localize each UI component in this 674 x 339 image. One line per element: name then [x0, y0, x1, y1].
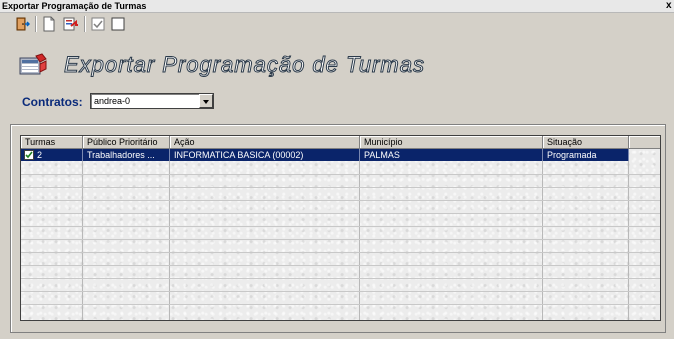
turmas-grid[interactable]: Turmas Público Prioritário Ação Municípi…: [20, 135, 661, 321]
column-header-municipio[interactable]: Município: [360, 136, 543, 149]
cell-publico: Trabalhadores ...: [83, 149, 170, 161]
column-header-filler: [629, 136, 660, 149]
grid-line: [21, 252, 660, 253]
contratos-label: Contratos:: [22, 95, 83, 109]
cell-municipio: PALMAS: [360, 149, 543, 161]
check-all-icon[interactable]: [90, 16, 106, 32]
grid-line: [21, 200, 660, 201]
row-checkbox[interactable]: [24, 150, 34, 160]
toolbar-separator: [35, 16, 37, 32]
grid-line: [21, 304, 660, 305]
grid-line: [542, 161, 543, 320]
contratos-value: andrea-0: [94, 96, 131, 106]
table-row[interactable]: 2 Trabalhadores ... INFORMATICA BASICA (…: [21, 149, 629, 161]
window-title: Exportar Programação de Turmas: [2, 1, 147, 11]
toolbar-separator: [84, 16, 86, 32]
grid-line: [21, 226, 660, 227]
new-document-icon[interactable]: [41, 16, 57, 32]
grid-line: [21, 239, 660, 240]
title-bar: Exportar Programação de Turmas x: [0, 0, 674, 13]
column-header-acao[interactable]: Ação: [170, 136, 360, 149]
cell-acao: INFORMATICA BASICA (00002): [170, 149, 360, 161]
grid-line: [21, 174, 660, 175]
grid-line: [21, 278, 660, 279]
chevron-down-icon[interactable]: [199, 94, 213, 108]
uncheck-all-icon[interactable]: [110, 16, 126, 32]
turmas-value: 2: [37, 150, 43, 160]
toolbar: [0, 13, 674, 39]
export-grid-icon: [18, 52, 48, 78]
page-title: Exportar Programação de Turmas: [64, 52, 425, 78]
grid-line: [21, 213, 660, 214]
export-document-icon[interactable]: [62, 16, 78, 32]
contratos-select[interactable]: andrea-0: [90, 93, 214, 109]
grid-line: [359, 161, 360, 320]
cell-situacao: Programada: [543, 149, 629, 161]
grid-line: [21, 265, 660, 266]
grid-line: [82, 161, 83, 320]
cell-turmas: 2: [21, 149, 83, 161]
grid-line: [169, 161, 170, 320]
column-header-turmas[interactable]: Turmas: [21, 136, 83, 149]
grid-line: [21, 291, 660, 292]
column-header-publico[interactable]: Público Prioritário: [83, 136, 170, 149]
grid-line: [21, 187, 660, 188]
close-button[interactable]: x: [666, 0, 674, 12]
grid-line: [628, 161, 629, 320]
exit-door-icon[interactable]: [14, 16, 31, 32]
column-header-situacao[interactable]: Situação: [543, 136, 629, 149]
